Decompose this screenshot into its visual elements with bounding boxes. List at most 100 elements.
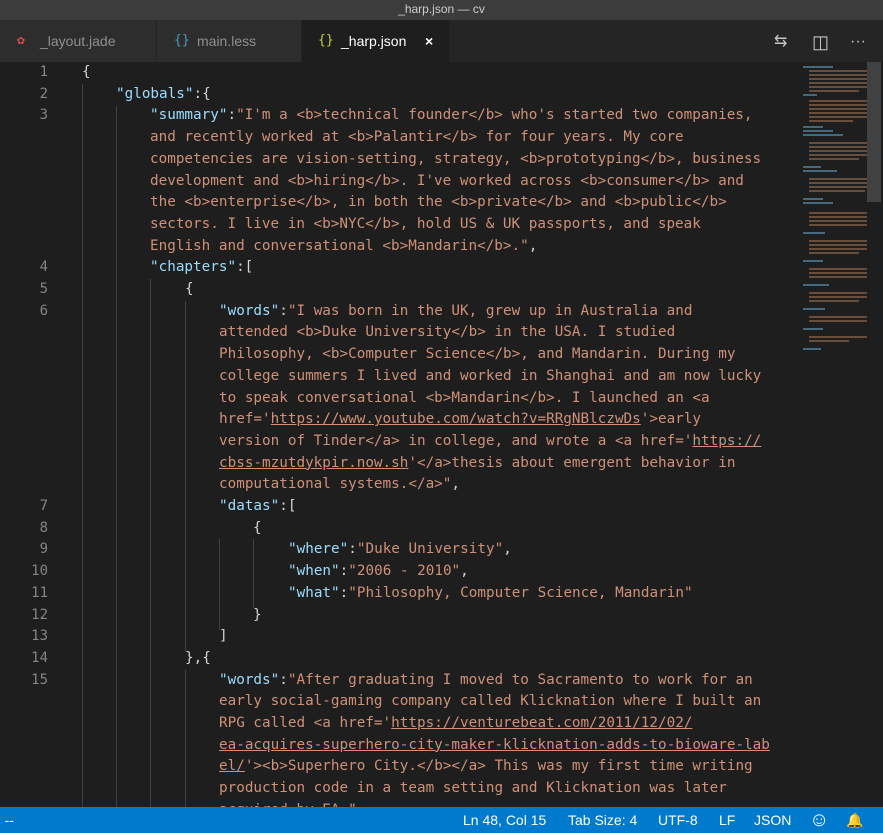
- indent-guide: [185, 670, 186, 807]
- json-icon: {}: [318, 33, 334, 48]
- code-line: Philosophy, <b>Computer Science</b>, and…: [219, 344, 735, 366]
- window-title: _harp.json — cv: [0, 0, 883, 20]
- tab-harp-json[interactable]: {} _harp.json ×: [302, 20, 450, 62]
- tab-label: _harp.json: [341, 33, 407, 49]
- code-link[interactable]: el/: [219, 758, 245, 774]
- json-key: "datas": [219, 498, 280, 514]
- minimap-line: [809, 142, 875, 144]
- code-line: el/'><b>Superhero City.</b></a> This was…: [219, 756, 753, 778]
- minimap-line: [809, 90, 859, 92]
- minimap-line: [803, 328, 823, 330]
- code-link[interactable]: ea-acquires-superhero-city-maker-klickna…: [219, 737, 770, 753]
- code-link[interactable]: https://venturebeat.com/2011/12/02/: [391, 715, 692, 731]
- status-cursor-position[interactable]: Ln 48, Col 15: [463, 807, 546, 833]
- json-string: English and conversational <b>Mandarin</…: [150, 237, 529, 254]
- code-line: },{: [185, 648, 211, 670]
- json-string: RPG called <a href=': [219, 715, 392, 731]
- code-line: "words":"I was born in the UK, grew up i…: [219, 301, 692, 323]
- code-link[interactable]: https://www.youtube.com/watch?v=RRgNBlcz…: [271, 411, 641, 427]
- code-punctuation: ,: [528, 237, 538, 254]
- minimap-line: [809, 86, 867, 88]
- json-string: computational systems.</a>": [219, 476, 452, 493]
- indent-guide: [253, 539, 254, 608]
- minimap-line: [803, 134, 843, 136]
- close-icon[interactable]: ×: [425, 20, 433, 62]
- minimap-line: [803, 94, 817, 96]
- json-string: and recently worked at <b>Palantir</b> f…: [150, 129, 684, 146]
- code-line: attended <b>Duke University</b> in the U…: [219, 322, 675, 344]
- status-eol[interactable]: LF: [719, 807, 735, 833]
- code-line: ]: [219, 626, 228, 648]
- code-line: and recently worked at <b>Palantir</b> f…: [150, 127, 684, 149]
- vertical-scrollbar[interactable]: [867, 62, 881, 807]
- code-link[interactable]: cbss-mzutdykpir.now.sh: [219, 455, 408, 471]
- minimap-line: [809, 154, 873, 156]
- open-changes-icon[interactable]: ⇆: [774, 32, 787, 52]
- code-line: "datas":[: [219, 496, 296, 518]
- indent-guide: [219, 539, 220, 630]
- minimap-line: [809, 190, 865, 192]
- code-line: href='https://www.youtube.com/watch?v=RR…: [219, 409, 701, 431]
- status-tab-size[interactable]: Tab Size: 4: [568, 807, 637, 833]
- minimap-line: [809, 212, 875, 214]
- status-left[interactable]: ' --: [0, 807, 14, 833]
- minimap-line: [803, 202, 833, 204]
- minimap-line: [809, 292, 873, 294]
- line-number: 11: [31, 584, 48, 601]
- status-language[interactable]: JSON: [754, 807, 791, 833]
- code-line: cbss-mzutdykpir.now.sh'</a>thesis about …: [219, 453, 735, 475]
- minimap-line: [809, 146, 871, 148]
- minimap[interactable]: [785, 62, 879, 362]
- json-string: attended <b>Duke University</b> in the U…: [219, 324, 676, 341]
- line-number: 2: [39, 85, 48, 102]
- code-punctuation: },{: [185, 649, 211, 666]
- code-punctuation: :[: [236, 259, 254, 276]
- json-string: competencies are vision-setting, strateg…: [150, 150, 762, 167]
- code-punctuation: ,: [503, 541, 512, 558]
- code-punctuation: ,: [451, 476, 461, 493]
- indent-guide: [116, 106, 117, 807]
- code-line: production code in a team setting and Kl…: [219, 778, 727, 800]
- minimap-line: [809, 248, 871, 250]
- tab-main-less[interactable]: {} main.less: [157, 20, 302, 62]
- minimap-line: [809, 268, 875, 270]
- indent-guide: [150, 279, 151, 807]
- scrollbar-thumb[interactable]: [867, 62, 881, 202]
- line-number: 15: [31, 671, 48, 688]
- json-string: college summers I lived and worked in Sh…: [219, 367, 762, 384]
- json-string: early social-gaming company called Klick…: [219, 693, 762, 710]
- json-key: "summary": [150, 107, 228, 124]
- minimap-line: [809, 158, 859, 160]
- json-string: '><b>Superhero City.</b></a> This was my…: [244, 758, 753, 775]
- minimap-line: [803, 260, 823, 262]
- code-punctuation: ,: [460, 563, 469, 580]
- minimap-line: [803, 284, 829, 286]
- code-punctuation: }: [253, 606, 262, 623]
- json-string: to speak conversational <b>Mandarin</b>.…: [219, 389, 710, 406]
- code-punctuation: :: [227, 107, 237, 124]
- code-punctuation: :: [339, 584, 349, 601]
- code-editor[interactable]: 1 2 3 4 5 6 7 8 9 10 11 12 13 14 15 {"globals":{"summa…: [0, 62, 883, 807]
- code-punctuation: :{: [193, 85, 211, 102]
- tab-label: main.less: [197, 33, 257, 49]
- code-punctuation: :[: [279, 498, 297, 514]
- code-line: "words":"After graduating I moved to Sac…: [219, 670, 753, 692]
- minimap-line: [803, 166, 821, 168]
- more-actions-icon[interactable]: ···: [850, 32, 866, 52]
- line-number: 5: [39, 281, 48, 297]
- line-number: 12: [31, 606, 48, 623]
- code-link[interactable]: https://: [692, 433, 761, 449]
- code-punctuation: {: [253, 519, 262, 536]
- minimap-line: [809, 220, 867, 222]
- minimap-line: [809, 74, 869, 76]
- status-encoding[interactable]: UTF-8: [658, 807, 698, 833]
- smiley-icon[interactable]: ☺: [809, 807, 829, 833]
- bell-icon[interactable]: 🔔: [846, 807, 863, 833]
- tab-layout-jade[interactable]: ✿ _layout.jade: [0, 20, 157, 62]
- line-number: 13: [31, 628, 48, 645]
- json-key: "when": [288, 563, 340, 580]
- code-line: version of Tinder</a> in college, and wr…: [219, 431, 761, 453]
- minimap-line: [809, 272, 871, 274]
- split-editor-icon[interactable]: ◫: [812, 32, 829, 52]
- indent-guide: [82, 84, 83, 807]
